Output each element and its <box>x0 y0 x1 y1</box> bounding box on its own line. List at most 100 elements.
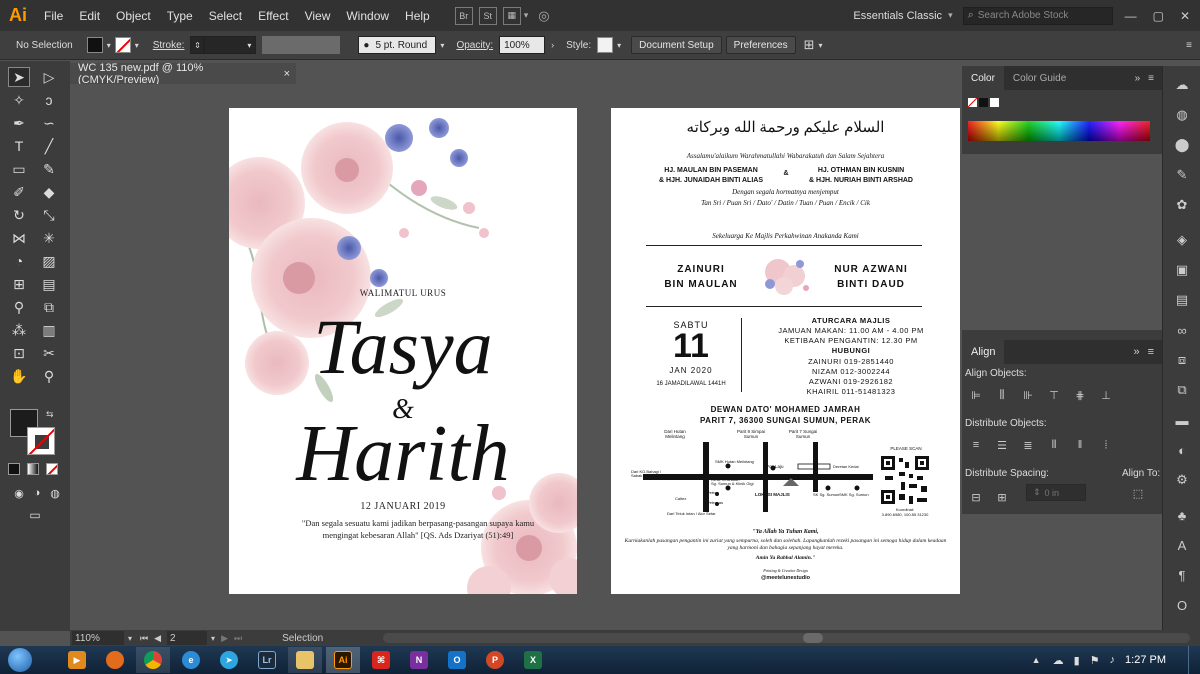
distribute-hcenter-icon[interactable]: ‖ <box>1072 438 1088 452</box>
align-top-icon[interactable]: ⊤ <box>1046 388 1062 402</box>
shaper-tool-icon[interactable]: ✐ <box>8 182 30 202</box>
taskbar-media-player[interactable]: ▶ <box>60 647 94 673</box>
column-graph-tool-icon[interactable]: ▥ <box>38 320 60 340</box>
line-tool-icon[interactable]: ╱ <box>38 136 60 156</box>
artboard-invitation[interactable]: السلام عليكم ورحمة الله وبركاته Assalamu… <box>611 108 960 594</box>
properties-icon[interactable]: ◍ <box>1172 106 1192 124</box>
artboard-cover[interactable]: WALIMATUL URUS Tasya & Harith 12 JANUARI… <box>229 108 577 594</box>
rectangle-tool-icon[interactable]: ▭ <box>8 159 30 179</box>
taskbar-ie[interactable]: e <box>174 647 208 673</box>
stroke-weight-field[interactable]: ▾ <box>204 36 257 54</box>
menu-effect[interactable]: Effect <box>250 9 296 23</box>
symbols-icon[interactable]: ✿ <box>1172 196 1192 214</box>
paragraph-icon[interactable]: ¶ <box>1172 566 1192 584</box>
transform-icon[interactable]: ⧈ <box>1172 351 1192 369</box>
brush-chevron-icon[interactable]: ▾ <box>440 41 444 50</box>
document-tab[interactable]: WC 135 new.pdf @ 110% (CMYK/Preview) × <box>70 62 296 86</box>
clock[interactable]: 1:27 PM <box>1125 654 1166 666</box>
slice-tool-icon[interactable]: ✂ <box>38 343 60 363</box>
draw-inside-icon[interactable]: ◍ <box>44 483 66 503</box>
asset-export-icon[interactable]: ▤ <box>1172 291 1192 309</box>
close-tab-icon[interactable]: × <box>284 68 290 80</box>
stroke-color-box[interactable] <box>27 427 55 455</box>
menu-select[interactable]: Select <box>201 9 250 23</box>
prev-artboard-icon[interactable]: ◀ <box>154 633 161 644</box>
eyedropper-tool-icon[interactable]: ⚲ <box>8 297 30 317</box>
artboard-tool-icon[interactable]: ⊡ <box>8 343 30 363</box>
scale-tool-icon[interactable]: ⤡ <box>38 205 60 225</box>
menu-file[interactable]: File <box>36 9 71 23</box>
pathfinder-icon[interactable]: ⧉ <box>1172 381 1192 399</box>
distribute-vspace-icon[interactable]: ⊟ <box>968 490 984 504</box>
gradient-panel-icon[interactable]: ▬ <box>1172 411 1192 429</box>
black-swatch[interactable] <box>979 98 988 107</box>
symbol-sprayer-tool-icon[interactable]: ⁂ <box>8 320 30 340</box>
distribute-vcenter-icon[interactable]: ☰ <box>994 438 1010 452</box>
last-artboard-icon[interactable]: ⏭ <box>234 633 242 644</box>
align-collapse-icon[interactable]: » <box>1133 346 1139 358</box>
hand-tool-icon[interactable]: ✋ <box>8 366 30 386</box>
align-menu-icon[interactable]: ≡ <box>1148 346 1154 358</box>
artboards-icon[interactable]: ▣ <box>1172 261 1192 279</box>
panel-collapse-icon[interactable]: » <box>1135 73 1141 84</box>
search-adobe-stock[interactable]: ⌕ Search Adobe Stock <box>962 6 1113 25</box>
align-to-icon[interactable]: ⬚ <box>1130 486 1146 500</box>
mesh-tool-icon[interactable]: ⊞ <box>8 274 30 294</box>
taskbar-telegram[interactable]: ➤ <box>212 647 246 673</box>
tray-expand-icon[interactable]: ▲ <box>1032 655 1041 665</box>
taskbar-excel[interactable]: X <box>516 647 550 673</box>
arrange-documents-icon[interactable]: ▦ <box>502 6 521 25</box>
zoom-chevron-icon[interactable]: ▾ <box>128 634 132 643</box>
gradient-mode-icon[interactable] <box>27 463 39 475</box>
artboard-number-field[interactable]: 2 <box>167 631 208 645</box>
menu-edit[interactable]: Edit <box>71 9 108 23</box>
align-bottom-icon[interactable]: ⊥ <box>1098 388 1114 402</box>
white-swatch[interactable] <box>990 98 999 107</box>
stock-button[interactable]: St <box>478 6 497 25</box>
color-spectrum[interactable] <box>968 121 1150 141</box>
brushes-icon[interactable]: ✎ <box>1172 166 1192 184</box>
appearance-icon[interactable]: ⚙ <box>1172 471 1192 489</box>
selection-tool-icon[interactable]: ➤ <box>8 67 30 87</box>
distribute-right-icon[interactable]: ⦙ <box>1098 438 1114 452</box>
tab-color[interactable]: Color <box>962 66 1004 90</box>
zoom-tool-icon[interactable]: ⚲ <box>38 366 60 386</box>
network-tray-icon[interactable]: ▮ <box>1074 654 1080 667</box>
volume-tray-icon[interactable]: ♪ <box>1110 654 1116 666</box>
magic-wand-tool-icon[interactable]: ✧ <box>8 90 30 110</box>
rotate-tool-icon[interactable]: ↻ <box>8 205 30 225</box>
distribute-left-icon[interactable]: ⦀ <box>1046 438 1062 452</box>
taskbar-outlook[interactable]: O <box>440 647 474 673</box>
none-mode-icon[interactable] <box>46 463 58 475</box>
maximize-icon[interactable]: ▢ <box>1153 9 1164 23</box>
blend-tool-icon[interactable]: ⧉ <box>38 297 60 317</box>
tab-align[interactable]: Align <box>962 340 1005 364</box>
workspace-chevron-icon[interactable]: ▾ <box>948 10 953 21</box>
chevron-down-icon[interactable]: ▾ <box>524 10 529 21</box>
preferences-button[interactable]: Preferences <box>725 36 796 54</box>
next-artboard-icon[interactable]: ▶ <box>221 633 228 644</box>
taskbar-illustrator[interactable]: Ai <box>326 647 360 673</box>
distribute-top-icon[interactable]: ≡ <box>968 438 984 452</box>
shape-builder-tool-icon[interactable]: ◔ <box>8 251 30 271</box>
align-right-icon[interactable]: ⊪ <box>1020 388 1036 402</box>
opacity-chevron-icon[interactable]: › <box>551 40 554 50</box>
menu-view[interactable]: View <box>297 9 339 23</box>
bridge-button[interactable]: Br <box>454 6 473 25</box>
align-vcenter-icon[interactable]: ⋕ <box>1072 388 1088 402</box>
scrollbar-thumb[interactable] <box>803 633 824 643</box>
spacing-field[interactable]: ⇕ 0 in <box>1026 484 1086 501</box>
align-left-icon[interactable]: ⊫ <box>968 388 984 402</box>
flag-tray-icon[interactable]: ⚑ <box>1090 654 1100 667</box>
stroke-swatch[interactable] <box>114 37 131 53</box>
taskbar-onenote[interactable]: N <box>402 647 436 673</box>
arrange-icon[interactable]: ⊞ <box>804 37 815 53</box>
width-tool-icon[interactable]: ⋈ <box>8 228 30 248</box>
arrange-chevron-icon[interactable]: ▾ <box>818 41 822 50</box>
style-swatch[interactable] <box>597 37 614 53</box>
opacity-field[interactable]: 100% <box>499 36 546 54</box>
eraser-tool-icon[interactable]: ◆ <box>38 182 60 202</box>
style-chevron-icon[interactable]: ▾ <box>617 41 621 50</box>
gpu-performance-icon[interactable]: ◎ <box>538 8 549 24</box>
distribute-hspace-icon[interactable]: ⊞ <box>994 490 1010 504</box>
